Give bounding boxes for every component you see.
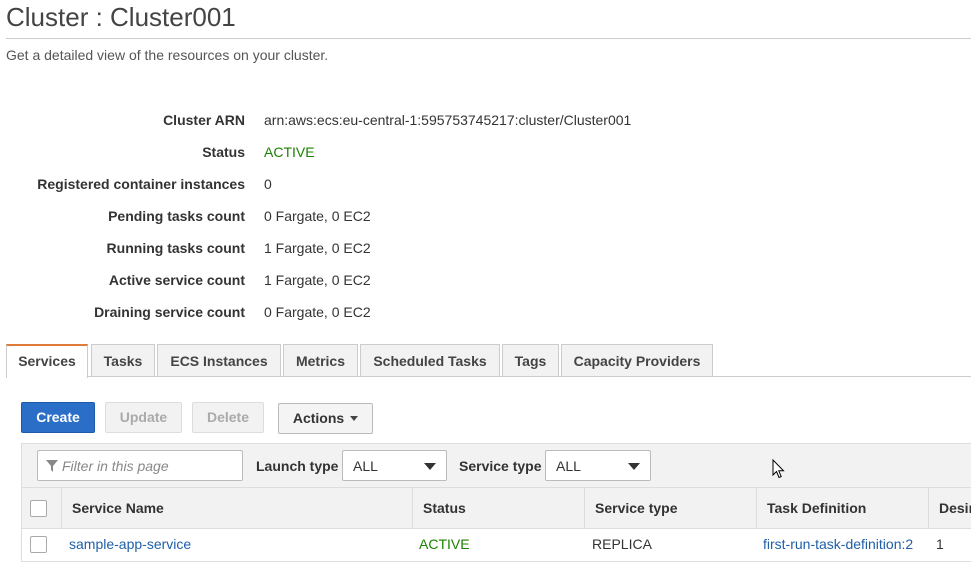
service-type-select[interactable]: ALL bbox=[545, 450, 651, 481]
filter-placeholder: Filter in this page bbox=[62, 458, 169, 474]
tab-tags[interactable]: Tags bbox=[502, 344, 559, 377]
service-type: REPLICA bbox=[592, 536, 652, 552]
create-button[interactable]: Create bbox=[21, 402, 95, 433]
launch-type-value: ALL bbox=[353, 458, 378, 474]
detail-label: Draining service count bbox=[94, 304, 245, 320]
tab-metrics[interactable]: Metrics bbox=[283, 344, 358, 377]
update-button[interactable]: Update bbox=[105, 402, 182, 433]
page-subtitle: Get a detailed view of the resources on … bbox=[6, 47, 329, 63]
service-type-label: Service type bbox=[459, 458, 542, 474]
filter-search-input[interactable]: Filter in this page bbox=[37, 450, 243, 481]
tab-bar: Services Tasks ECS Instances Metrics Sch… bbox=[6, 344, 971, 378]
service-status: ACTIVE bbox=[419, 536, 470, 552]
detail-label: Cluster ARN bbox=[163, 112, 245, 128]
delete-button[interactable]: Delete bbox=[192, 402, 264, 433]
table-header: Service Name Status Service type Task De… bbox=[21, 488, 971, 529]
launch-type-select[interactable]: ALL bbox=[342, 450, 447, 481]
column-header-service-name[interactable]: Service Name bbox=[61, 488, 412, 528]
detail-value: arn:aws:ecs:eu-central-1:595753745217:cl… bbox=[264, 112, 632, 128]
detail-label: Running tasks count bbox=[106, 240, 245, 256]
detail-label: Status bbox=[202, 144, 245, 160]
tab-scheduled-tasks[interactable]: Scheduled Tasks bbox=[360, 344, 500, 377]
chevron-down-icon bbox=[424, 463, 436, 470]
service-name-link[interactable]: sample-app-service bbox=[59, 529, 409, 561]
select-all-checkbox[interactable] bbox=[30, 500, 47, 517]
actions-label: Actions bbox=[292, 410, 345, 426]
actions-dropdown-button[interactable]: Actions bbox=[278, 403, 373, 434]
row-checkbox[interactable] bbox=[30, 536, 47, 553]
detail-label: Registered container instances bbox=[37, 176, 245, 192]
tab-ecs-instances[interactable]: ECS Instances bbox=[157, 344, 281, 377]
tab-divider bbox=[6, 376, 971, 377]
mouse-pointer-icon bbox=[772, 459, 785, 479]
tab-capacity-providers[interactable]: Capacity Providers bbox=[561, 344, 713, 377]
launch-type-label: Launch type bbox=[256, 458, 339, 474]
detail-label: Pending tasks count bbox=[108, 208, 245, 224]
filter-icon bbox=[46, 460, 58, 472]
column-header-desired[interactable]: Desir bbox=[928, 488, 971, 528]
service-type-value: ALL bbox=[556, 458, 581, 474]
detail-value: 1 Fargate, 0 EC2 bbox=[264, 272, 371, 288]
desired-count: 1 bbox=[936, 536, 944, 552]
chevron-down-icon bbox=[628, 463, 640, 470]
detail-label: Active service count bbox=[108, 272, 245, 288]
detail-value: 0 bbox=[264, 176, 272, 192]
filter-bar: Filter in this page Launch type ALL Serv… bbox=[21, 443, 971, 488]
task-definition-link[interactable]: first-run-task-definition:2 bbox=[753, 529, 925, 561]
table-row: sample-app-service ACTIVE REPLICA first-… bbox=[21, 529, 971, 562]
column-header-service-type[interactable]: Service type bbox=[584, 488, 756, 528]
detail-value: 0 Fargate, 0 EC2 bbox=[264, 208, 371, 224]
tab-tasks[interactable]: Tasks bbox=[91, 344, 155, 377]
title-divider bbox=[6, 38, 971, 39]
column-header-status[interactable]: Status bbox=[412, 488, 584, 528]
tab-services[interactable]: Services bbox=[6, 344, 88, 378]
column-header-task-definition[interactable]: Task Definition bbox=[756, 488, 928, 528]
detail-value: 1 Fargate, 0 EC2 bbox=[264, 240, 371, 256]
status-value: ACTIVE bbox=[264, 144, 315, 160]
page-title: Cluster : Cluster001 bbox=[6, 2, 236, 32]
detail-value: 0 Fargate, 0 EC2 bbox=[264, 304, 371, 320]
caret-down-icon bbox=[350, 415, 359, 421]
